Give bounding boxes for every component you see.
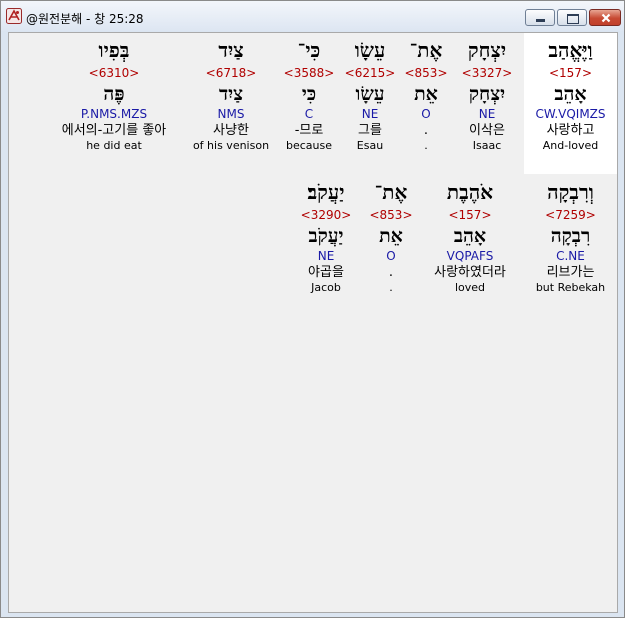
hebrew-word: וַיֶּאֱהַב [548, 38, 593, 62]
lexical-form: אָהֵב [453, 225, 487, 247]
analysis-panel[interactable]: וַיֶּאֱהַב <157> אָהֵב CW.VQIMZS 사랑하고 An… [8, 32, 618, 613]
parsing-code: O [386, 249, 396, 263]
word-column[interactable]: יִצְחָק <3327> יִצְחָק NE 이삭은 Isaac [454, 39, 520, 153]
parsing-code: NE [317, 249, 335, 263]
maximize-icon [567, 14, 579, 24]
parsing-code: NMS [217, 107, 245, 121]
lexical-form: רִבְקָה [550, 225, 591, 247]
lexical-form: כִּי [301, 83, 317, 105]
english-gloss: he did eat [86, 139, 142, 152]
hebrew-word: וְרִבְקָה [547, 180, 594, 204]
english-gloss: Jacob [311, 281, 341, 294]
strong-number: <6310> [88, 66, 140, 80]
english-gloss: loved [454, 281, 486, 294]
lexical-form: אֵת [379, 225, 403, 247]
minimize-icon [536, 19, 545, 22]
korean-gloss: . [388, 265, 394, 280]
korean-gloss: -므로 [294, 123, 324, 138]
parsing-code: O [421, 107, 431, 121]
word-column[interactable]: בְּפִיו <6310> פֶּה P.NMS.MZS 에서의-고기를 좋아… [45, 39, 183, 153]
word-column[interactable]: אֶת־ <853> אֵת O . . [366, 181, 416, 295]
strong-number: <3290> [300, 208, 352, 222]
english-gloss: Isaac [472, 139, 502, 152]
word-column[interactable]: עֵשָׂו <6215> עֵשָׂו NE 그를 Esau [342, 39, 398, 153]
hebrew-word: אֶת־ [409, 38, 443, 62]
parsing-code: CW.VQIMZS [535, 107, 606, 121]
maximize-button[interactable] [557, 9, 587, 26]
english-gloss: . [424, 139, 428, 152]
parsing-code: NE [478, 107, 496, 121]
word-column[interactable]: צַיִד <6718> צַיִד NMS 사냥한 of his veniso… [189, 39, 273, 153]
lexical-form: עֵשָׂו [355, 83, 385, 105]
korean-gloss: 그를 [358, 123, 382, 138]
lexical-form: אָהֵב [554, 83, 587, 105]
word-column[interactable]: אֶת־ <853> אֵת O . . [402, 39, 450, 153]
strong-number: <6718> [205, 66, 257, 80]
parsing-code: C.NE [556, 249, 585, 263]
strong-number: <6215> [344, 66, 396, 80]
english-gloss: of his venison [192, 139, 270, 152]
strong-number: <157> [448, 208, 492, 222]
lexical-form: פֶּה [103, 83, 125, 105]
korean-gloss: 사냥한 [213, 123, 249, 138]
app-window: @원전분해 - 창 25:28 וַיֶּאֱהַב <157> אָהֵב C… [0, 0, 625, 618]
hebrew-word: עֵשָׂו [354, 38, 386, 62]
korean-gloss: 에서의-고기를 좋아 [61, 123, 167, 138]
parsing-code: P.NMS.MZS [80, 107, 148, 121]
parsing-code: VQPAFS [446, 249, 494, 263]
close-icon [601, 13, 611, 23]
dragon-app-icon [6, 8, 22, 24]
english-gloss: And-loved [542, 139, 599, 152]
hebrew-word: צַיִד [218, 38, 244, 62]
strong-number: <7259> [545, 208, 596, 222]
hebrew-word: כִּי־ [297, 38, 321, 62]
title-bar[interactable]: @원전분해 - 창 25:28 [1, 1, 624, 31]
hebrew-word: בְּפִיו [98, 38, 130, 62]
korean-gloss: 사랑하였더라 [434, 265, 506, 280]
word-column[interactable]: כִּי־ <3588> כִּי C -므로 because [279, 39, 339, 153]
minimize-button[interactable] [525, 9, 555, 26]
lexical-form: יַעֲקֹב [308, 225, 344, 247]
parsing-code: C [304, 107, 314, 121]
english-gloss: Esau [356, 139, 384, 152]
strong-number: <853> [404, 66, 448, 80]
korean-gloss: 이삭은 [469, 123, 505, 138]
hebrew-word: אֶת־ [374, 180, 408, 204]
korean-gloss: 야곱을 [308, 265, 344, 280]
korean-gloss: 사랑하고 [546, 123, 595, 138]
word-column[interactable]: וַיֶּאֱהַב <157> אָהֵב CW.VQIMZS 사랑하고 An… [524, 39, 617, 153]
window-title: @원전분해 - 창 25:28 [26, 12, 144, 26]
english-gloss: . [389, 281, 393, 294]
strong-number: <157> [548, 66, 592, 80]
hebrew-word: יִצְחָק [467, 38, 507, 62]
word-column[interactable]: אֹהֶבֶת <157> אָהֵב VQPAFS 사랑하였더라 loved [422, 181, 518, 295]
parsing-code: NE [361, 107, 379, 121]
word-column[interactable]: וְרִבְקָה <7259> רִבְקָה C.NE 리브가는 but R… [524, 181, 617, 295]
hebrew-word: יַעֲקֹב׃ [307, 180, 345, 204]
strong-number: <3588> [283, 66, 335, 80]
korean-gloss: 리브가는 [546, 265, 595, 280]
strong-number: <3327> [461, 66, 513, 80]
lexical-form: צַיִד [218, 83, 244, 105]
close-button[interactable] [589, 9, 621, 26]
strong-number: <853> [369, 208, 413, 222]
english-gloss: but Rebekah [535, 281, 606, 294]
lexical-form: אֵת [414, 83, 438, 105]
hebrew-word: אֹהֶבֶת [446, 180, 494, 204]
lexical-form: יִצְחָק [468, 83, 506, 105]
word-column[interactable]: יַעֲקֹב׃ <3290> יַעֲקֹב NE 야곱을 Jacob [292, 181, 360, 295]
korean-gloss: . [423, 123, 429, 138]
english-gloss: because [285, 139, 332, 152]
